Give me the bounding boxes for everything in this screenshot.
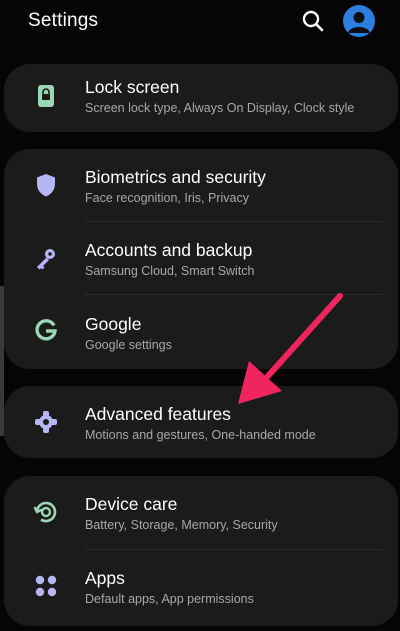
settings-item-subtitle: Face recognition, Iris, Privacy [85,191,249,205]
account-avatar-button[interactable] [343,5,375,37]
settings-item-subtitle: Google settings [85,338,172,352]
settings-group-lock: Lock screen Screen lock type, Always On … [4,64,398,132]
settings-item-label: Biometrics and security [85,167,266,187]
settings-item-apps[interactable]: Apps Default apps, App permissions [4,550,398,622]
settings-item-label: Accounts and backup [85,240,253,260]
page-title: Settings [28,10,99,31]
header: Settings [0,0,400,56]
settings-item-label: Apps [85,568,125,588]
key-icon [37,249,55,270]
settings-item-lock-screen[interactable]: Lock screen Screen lock type, Always On … [4,64,398,132]
settings-item-subtitle: Motions and gestures, One-handed mode [85,428,316,442]
settings-screen: Settings Lock screen Screen lock type, A… [0,0,400,631]
account-avatar-icon [348,12,370,33]
settings-group-advanced: Advanced features Motions and gestures, … [4,386,398,458]
lock-icon [38,85,54,107]
settings-item-subtitle: Screen lock type, Always On Display, Clo… [85,101,355,115]
settings-item-subtitle: Default apps, App permissions [85,592,254,606]
device-care-icon [33,501,57,523]
settings-group-security: Biometrics and security Face recognition… [4,149,398,369]
settings-item-biometrics[interactable]: Biometrics and security Face recognition… [4,149,398,221]
settings-group-device: Device care Battery, Storage, Memory, Se… [4,476,398,626]
settings-item-label: Google [85,314,142,334]
settings-item-label: Device care [85,494,178,514]
puzzle-gear-icon [35,411,57,433]
shield-icon [37,174,55,197]
settings-item-label: Lock screen [85,77,180,97]
settings-item-google[interactable]: Google Google settings [4,295,398,367]
settings-item-subtitle: Battery, Storage, Memory, Security [85,518,278,532]
search-button[interactable] [298,6,328,36]
search-icon [302,10,324,32]
settings-item-label: Advanced features [85,404,231,424]
settings-item-accounts[interactable]: Accounts and backup Samsung Cloud, Smart… [4,222,398,294]
settings-item-device-care[interactable]: Device care Battery, Storage, Memory, Se… [4,476,398,548]
google-icon [35,319,57,341]
apps-grid-icon [35,575,57,597]
settings-item-subtitle: Samsung Cloud, Smart Switch [85,264,255,278]
settings-item-advanced-features[interactable]: Advanced features Motions and gestures, … [4,386,398,458]
